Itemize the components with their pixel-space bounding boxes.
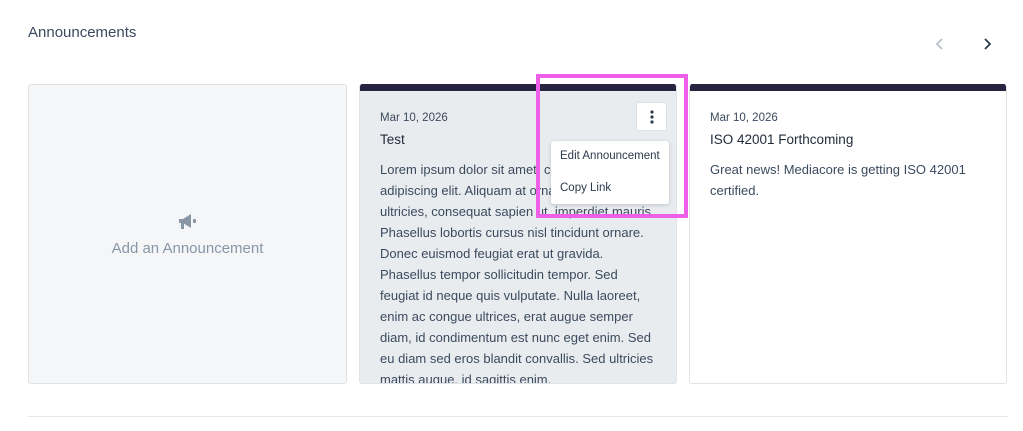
carousel-next-button[interactable] (977, 34, 997, 54)
add-announcement-card[interactable]: Add an Announcement (28, 84, 347, 384)
more-options-button[interactable] (636, 102, 667, 131)
announcement-card[interactable]: Mar 10, 2026 Test Lorem ipsum dolor sit … (359, 84, 677, 384)
announcement-date: Mar 10, 2026 (380, 112, 448, 124)
section-title: Announcements (28, 24, 137, 41)
vertical-ellipsis-icon (649, 109, 654, 124)
card-accent-bar (360, 84, 676, 91)
edit-announcement-menu-item[interactable]: Edit Announcement (551, 141, 669, 172)
announcement-body: Great news! Mediacore is getting ISO 420… (710, 162, 966, 198)
carousel-prev-button[interactable] (930, 34, 950, 54)
announcement-date: Mar 10, 2026 (710, 112, 778, 124)
megaphone-icon (178, 213, 196, 229)
add-announcement-label: Add an Announcement (111, 239, 264, 257)
announcement-card[interactable]: Mar 10, 2026 ISO 42001 Forthcoming Great… (689, 84, 1007, 384)
card-accent-bar (690, 84, 1006, 91)
announcement-title: ISO 42001 Forthcoming (710, 132, 854, 147)
announcement-context-menu: Edit Announcement Copy Link (551, 141, 669, 204)
chevron-right-icon (984, 38, 992, 50)
section-divider (28, 416, 1008, 417)
chevron-left-icon (935, 38, 943, 50)
copy-link-menu-item[interactable]: Copy Link (551, 172, 669, 204)
